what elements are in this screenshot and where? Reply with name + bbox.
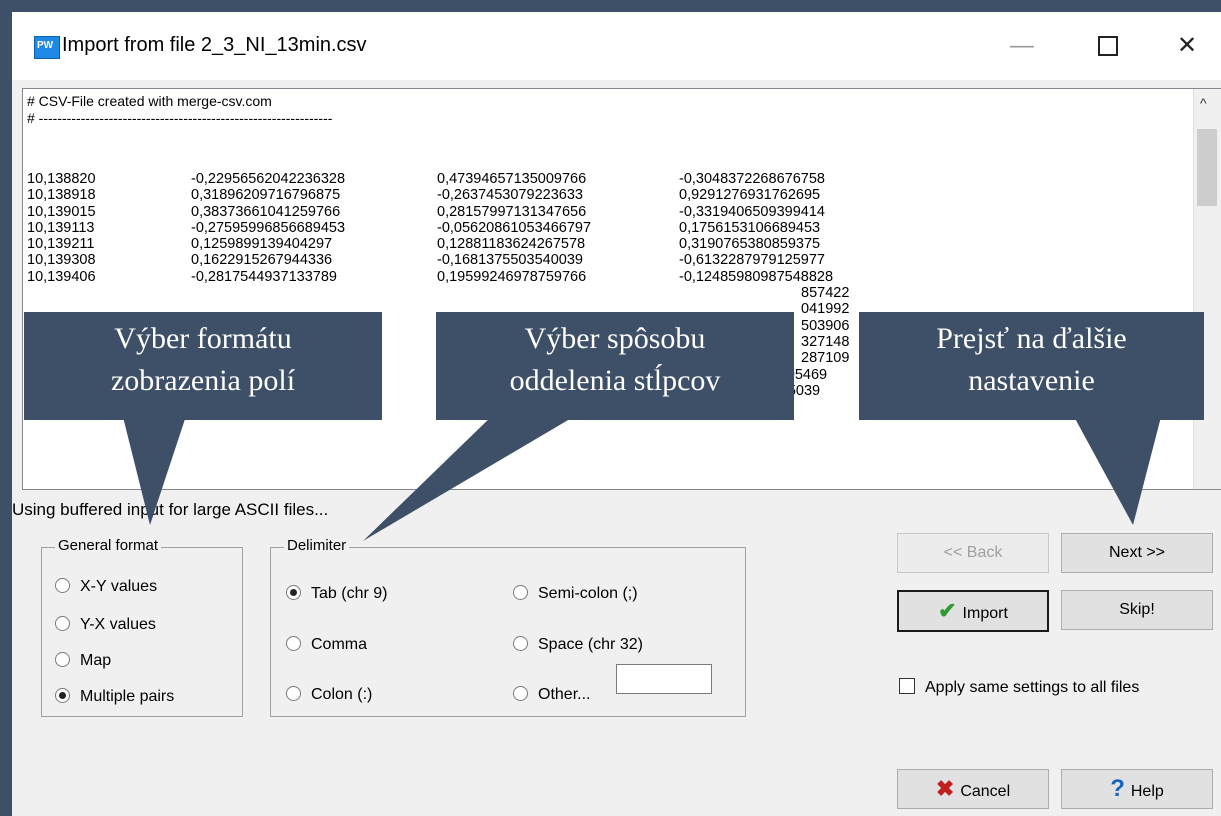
callout-next-line2: nastavenie — [968, 364, 1095, 397]
callout-next-pointer — [1072, 413, 1162, 525]
callout-delimiter-pointer — [363, 413, 580, 541]
callout-format: Výber formátu zobrazenia polí — [24, 312, 382, 420]
callout-delimiter-line1: Výber spôsobu — [524, 322, 706, 355]
callout-next-line1: Prejsť na ďalšie — [936, 322, 1127, 355]
callout-format-pointer — [122, 413, 187, 525]
callout-delimiter: Výber spôsobu oddelenia stĺpcov — [436, 312, 794, 420]
callout-next: Prejsť na ďalšie nastavenie — [859, 312, 1204, 420]
callout-format-line2: zobrazenia polí — [110, 364, 296, 397]
callout-format-line1: Výber formátu — [114, 322, 292, 355]
callout-delimiter-line2: oddelenia stĺpcov — [509, 364, 721, 397]
